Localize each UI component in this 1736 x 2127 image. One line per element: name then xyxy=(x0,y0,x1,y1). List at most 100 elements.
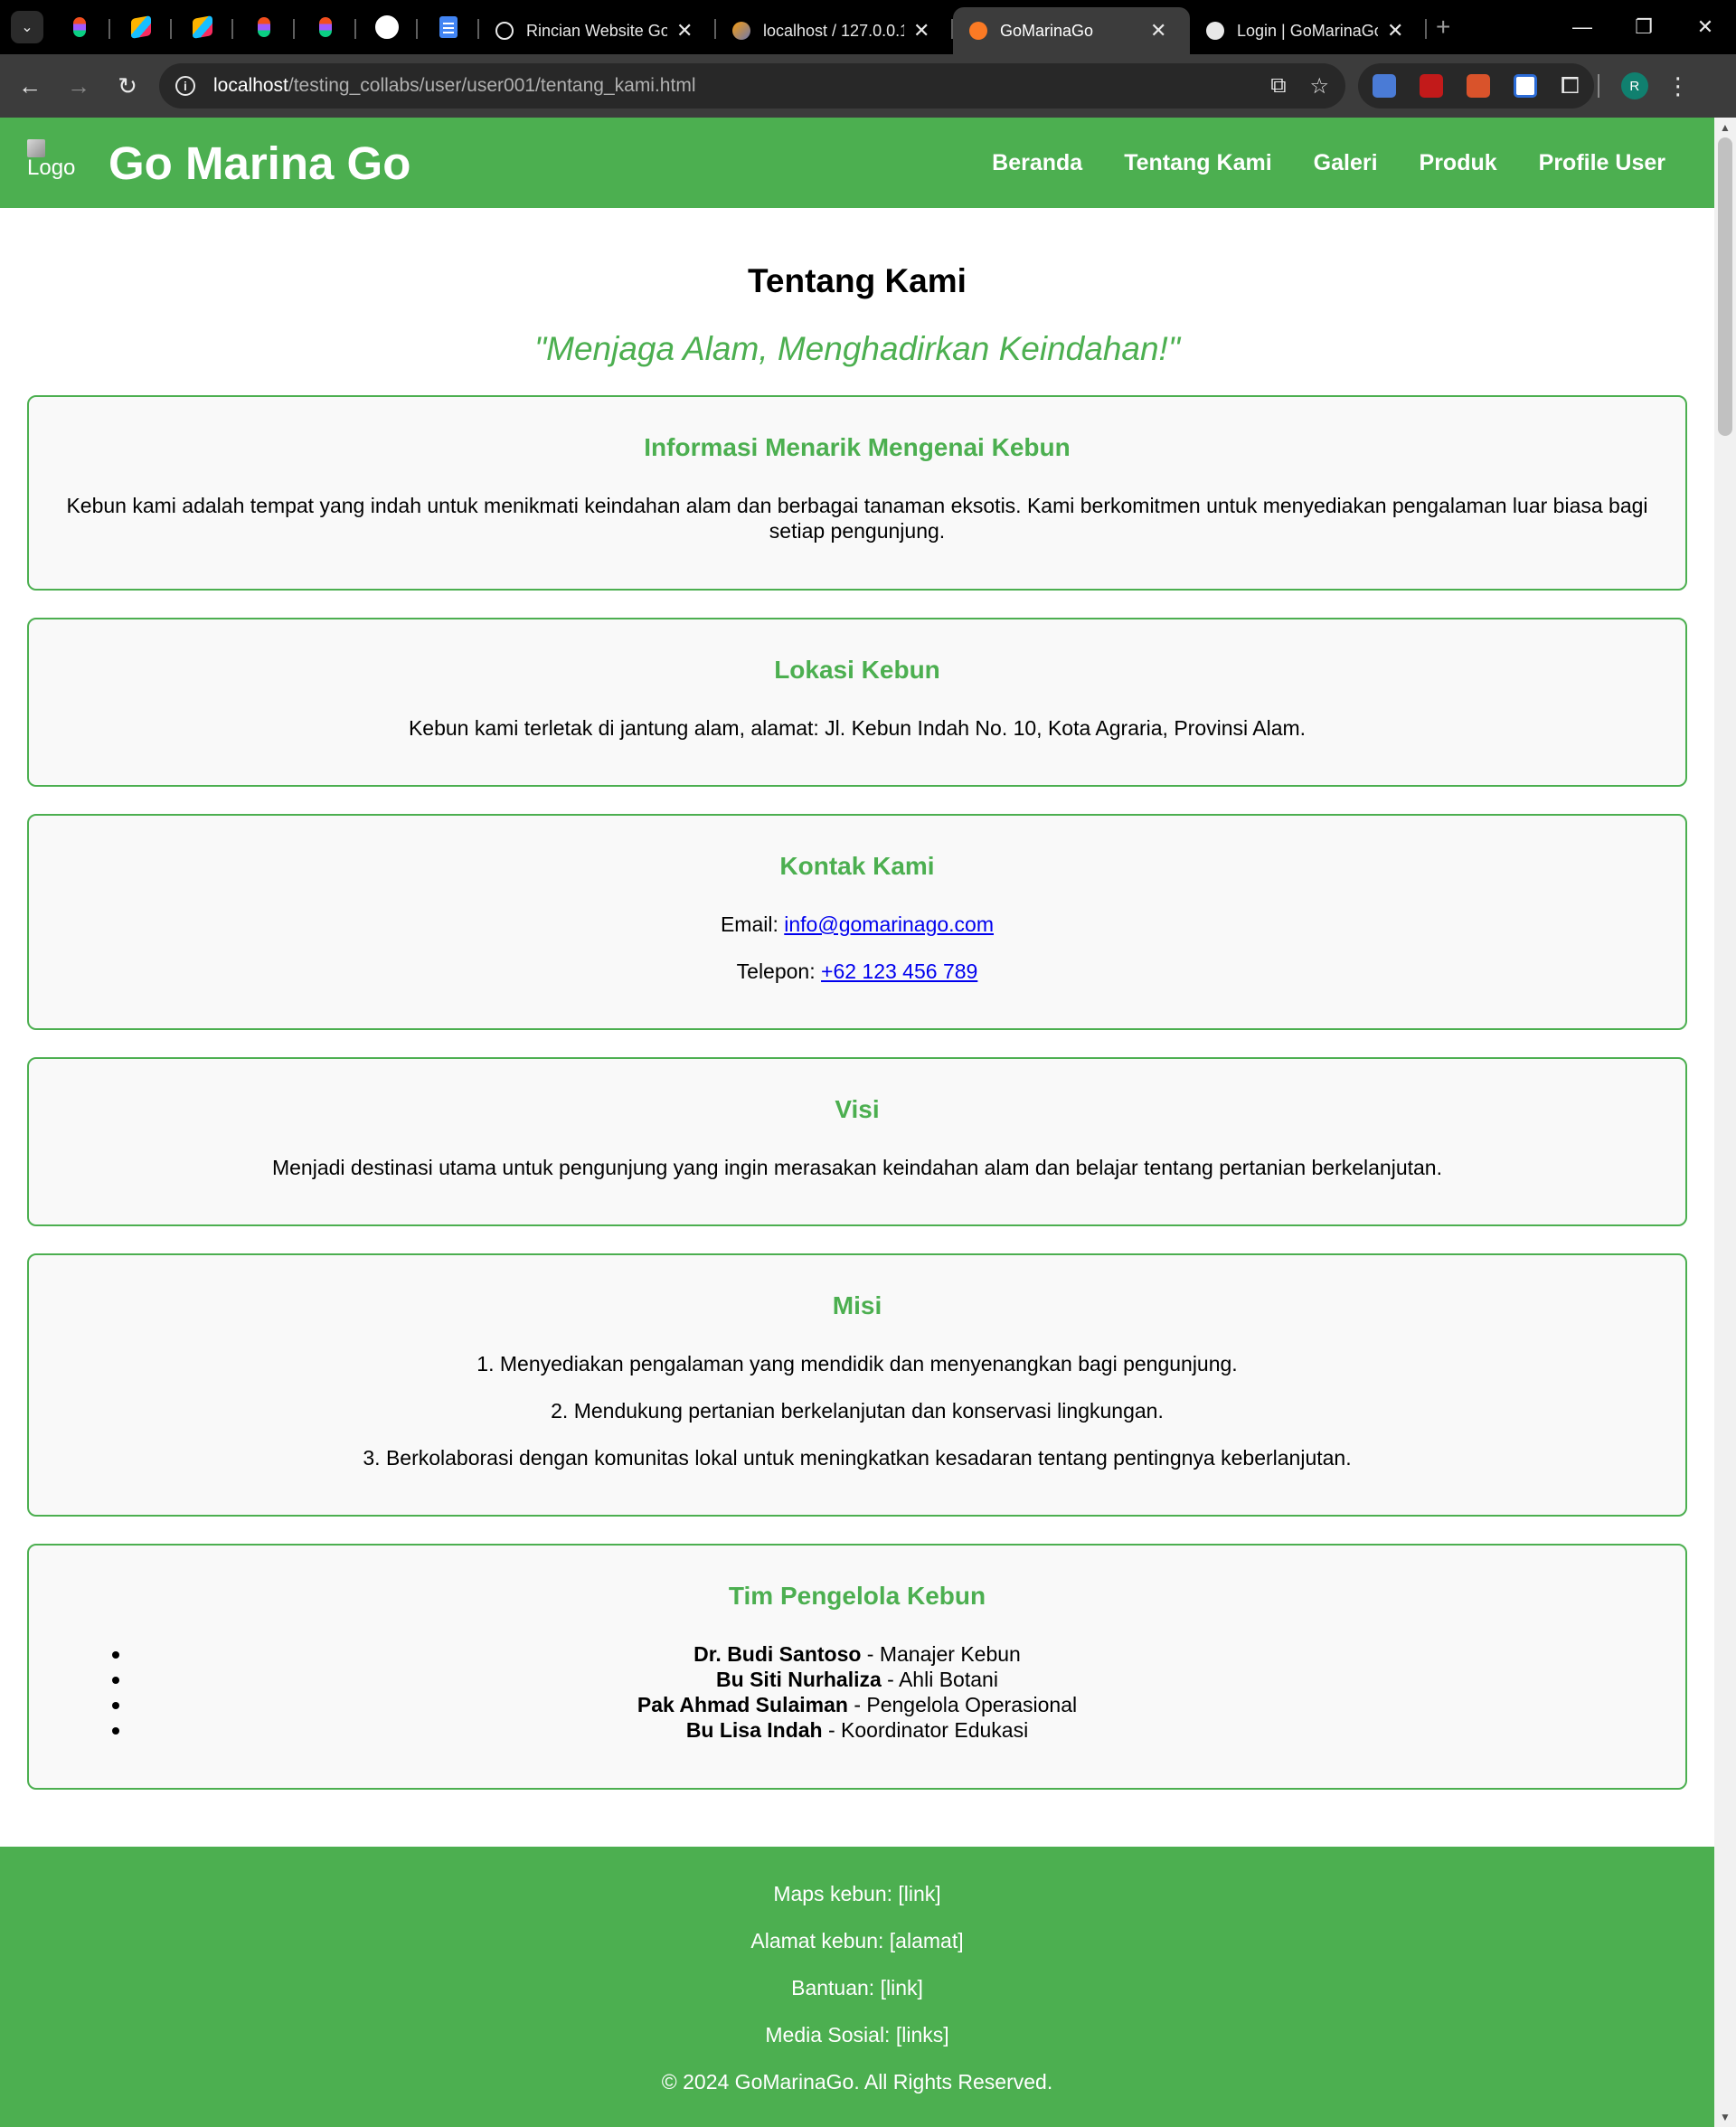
openai-icon xyxy=(495,22,514,40)
team-member-name: Bu Lisa Indah xyxy=(685,1718,823,1742)
pinned-tab-airtable-2[interactable] xyxy=(172,0,233,54)
contact-heading: Kontak Kami xyxy=(779,852,935,880)
tab-title: localhost / 127.0.0.1 xyxy=(763,21,904,40)
team-list: Dr. Budi Santoso - Manajer Kebun Bu Siti… xyxy=(56,1641,1658,1743)
google-docs-icon xyxy=(439,16,458,38)
email-label: Email: xyxy=(720,912,785,936)
save-extension-icon[interactable] xyxy=(1514,74,1537,98)
location-card: Lokasi Kebun Kebun kami terletak di jant… xyxy=(27,618,1687,787)
phone-link[interactable]: +62 123 456 789 xyxy=(821,960,977,983)
reload-icon[interactable]: ↻ xyxy=(103,72,152,100)
footer-maps: Maps kebun: [link] xyxy=(773,1882,941,1905)
mission-item: 3. Berkolaborasi dengan komunitas lokal … xyxy=(363,1446,1352,1470)
address-bar[interactable]: i localhost/testing_collabs/user/user001… xyxy=(159,63,1345,109)
minimize-icon[interactable]: — xyxy=(1552,15,1613,39)
figma-icon xyxy=(258,17,270,37)
main-nav: Beranda Tentang Kami Galeri Produk Profi… xyxy=(992,150,1665,176)
nav-link-produk[interactable]: Produk xyxy=(1420,150,1497,176)
contact-phone-line: Telepon: +62 123 456 789 xyxy=(56,959,1658,984)
browser-tab-active[interactable]: GoMarinaGo ✕ xyxy=(953,7,1190,54)
team-member-role: - Pengelola Operasional xyxy=(847,1693,1078,1716)
close-icon[interactable]: ✕ xyxy=(913,19,929,43)
contact-card: Kontak Kami Email: info@gomarinago.com T… xyxy=(27,814,1687,1030)
mission-item: 1. Menyediakan pengalaman yang mendidik … xyxy=(476,1352,1238,1375)
team-member-role: - Manajer Kebun xyxy=(861,1642,1021,1666)
nav-link-tentang-kami[interactable]: Tentang Kami xyxy=(1124,150,1271,176)
mission-heading: Misi xyxy=(832,1291,882,1319)
page-scrollbar[interactable]: ▲ ▼ xyxy=(1714,118,1736,2127)
info-card: Informasi Menarik Mengenai Kebun Kebun k… xyxy=(27,395,1687,591)
nav-link-beranda[interactable]: Beranda xyxy=(992,150,1082,176)
pinned-tab-airtable[interactable] xyxy=(110,0,172,54)
nav-link-galeri[interactable]: Galeri xyxy=(1314,150,1378,176)
scrollbar-thumb[interactable] xyxy=(1718,137,1732,436)
nav-link-profile-user[interactable]: Profile User xyxy=(1539,150,1665,176)
profile-avatar[interactable]: R xyxy=(1620,72,1648,99)
site-info-icon[interactable]: i xyxy=(175,76,195,96)
close-icon[interactable]: ✕ xyxy=(1150,19,1166,43)
close-icon[interactable]: ✕ xyxy=(676,19,693,43)
omnibox-actions: ⧉ ☆ xyxy=(1270,73,1329,99)
translate-icon[interactable]: ⧉ xyxy=(1270,73,1286,99)
new-tab-button[interactable]: + xyxy=(1436,13,1450,42)
info-text: Kebun kami adalah tempat yang indah untu… xyxy=(66,494,1648,543)
browser-tab[interactable]: Rincian Website Go ✕ xyxy=(479,7,716,54)
pinned-tab-figma-2[interactable] xyxy=(233,0,295,54)
pinned-tab-figma[interactable] xyxy=(49,0,110,54)
scroll-down-icon[interactable]: ▼ xyxy=(1714,2111,1736,2123)
more-menu-icon[interactable]: ⋮ xyxy=(1666,72,1690,100)
extensions-group: ⧠ xyxy=(1358,63,1594,109)
restore-icon[interactable]: ❐ xyxy=(1613,15,1675,39)
tab-search-button[interactable]: ⌄ xyxy=(11,11,43,43)
mission-item: 2. Mendukung pertanian berkelanjutan dan… xyxy=(551,1399,1164,1423)
acrobat-extension-icon[interactable] xyxy=(1420,74,1443,98)
page-title: Tentang Kami xyxy=(748,262,967,299)
team-member-name: Dr. Budi Santoso xyxy=(693,1642,862,1666)
site-header: Logo Go Marina Go Beranda Tentang Kami G… xyxy=(0,118,1714,208)
red-extension-icon[interactable] xyxy=(1467,74,1490,98)
vision-card: Visi Menjadi destinasi utama untuk pengu… xyxy=(27,1057,1687,1226)
list-item: Bu Siti Nurhaliza - Ahli Botani xyxy=(56,1667,1658,1692)
close-window-icon[interactable]: ✕ xyxy=(1675,15,1736,39)
bookmark-star-icon[interactable]: ☆ xyxy=(1309,73,1329,99)
phone-label: Telepon: xyxy=(736,960,822,983)
url-host: localhost xyxy=(213,75,288,96)
pinned-tab-github[interactable] xyxy=(356,0,418,54)
location-heading: Lokasi Kebun xyxy=(774,656,940,684)
team-member-role: - Koordinator Edukasi xyxy=(822,1718,1029,1742)
tab-title: Rincian Website Go xyxy=(526,21,667,40)
chevron-down-icon: ⌄ xyxy=(21,20,33,35)
back-icon[interactable]: ← xyxy=(5,72,54,100)
list-item: Pak Ahmad Sulaiman - Pengelola Operasion… xyxy=(56,1692,1658,1717)
extensions-puzzle-icon[interactable]: ⧠ xyxy=(1561,71,1580,100)
footer-help: Bantuan: [link] xyxy=(791,1976,923,1999)
team-member-role: - Ahli Botani xyxy=(881,1668,998,1691)
site-footer: Maps kebun: [link] Alamat kebun: [alamat… xyxy=(0,1847,1714,2127)
url-text[interactable]: localhost/testing_collabs/user/user001/t… xyxy=(213,75,695,97)
browser-toolbar: ← → ↻ i localhost/testing_collabs/user/u… xyxy=(0,54,1736,118)
browser-tab[interactable]: Login | GoMarinaGo ✕ xyxy=(1190,7,1427,54)
main-content: Tentang Kami "Menjaga Alam, Menghadirkan… xyxy=(0,208,1714,1790)
site-brand: Go Marina Go xyxy=(108,137,411,189)
phpmyadmin-icon xyxy=(732,22,750,40)
google-translate-extension-icon[interactable] xyxy=(1373,74,1396,98)
browser-tab[interactable]: localhost / 127.0.0.1 ✕ xyxy=(716,7,953,54)
list-item: Bu Lisa Indah - Koordinator Edukasi xyxy=(56,1717,1658,1743)
vision-heading: Visi xyxy=(835,1095,880,1123)
figma-icon xyxy=(319,17,332,37)
forward-icon[interactable]: → xyxy=(54,72,103,100)
email-link[interactable]: info@gomarinago.com xyxy=(784,912,994,936)
figma-icon xyxy=(73,17,86,37)
location-text: Kebun kami terletak di jantung alam, ala… xyxy=(408,716,1307,740)
close-icon[interactable]: ✕ xyxy=(1387,19,1403,43)
pinned-tab-figma-3[interactable] xyxy=(295,0,356,54)
url-path: /testing_collabs/user/user001/tentang_ka… xyxy=(288,75,696,96)
scroll-up-icon[interactable]: ▲ xyxy=(1714,121,1736,134)
logo-image-broken[interactable]: Logo xyxy=(27,139,81,186)
footer-social: Media Sosial: [links] xyxy=(765,2023,949,2047)
page-viewport: Logo Go Marina Go Beranda Tentang Kami G… xyxy=(0,118,1714,2127)
vision-text: Menjadi destinasi utama untuk pengunjung… xyxy=(271,1156,1442,1179)
tab-title: Login | GoMarinaGo xyxy=(1237,21,1378,40)
tab-title: GoMarinaGo xyxy=(1000,21,1094,40)
pinned-tab-docs[interactable] xyxy=(418,0,479,54)
